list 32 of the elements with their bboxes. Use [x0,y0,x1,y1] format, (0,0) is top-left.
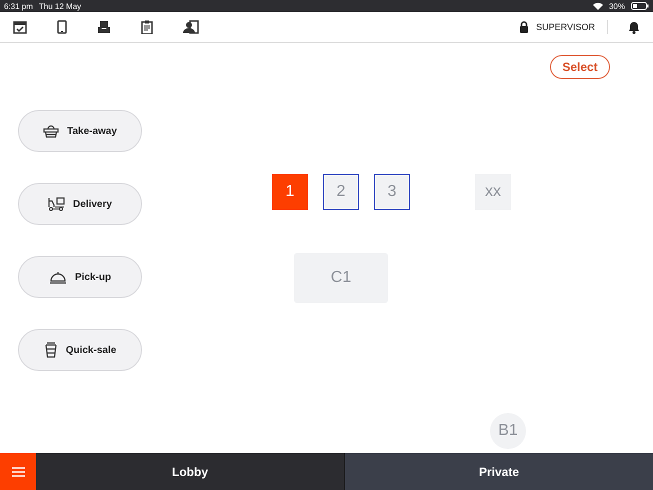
calendar-icon[interactable] [13,20,27,34]
notification-bell-icon[interactable] [628,20,640,34]
table[interactable]: 3 [374,174,410,210]
order-type-button[interactable]: Take-away [18,110,142,152]
order-type-button[interactable]: Delivery [18,183,142,225]
status-time: 6:31 pm [4,2,33,10]
lock-icon [519,21,530,33]
menu-icon [12,466,24,476]
user-role: SUPERVISOR [536,22,595,32]
menu-button[interactable] [0,453,36,490]
forklift-icon [48,197,66,211]
table[interactable]: 1 [272,174,308,210]
battery-percent: 30% [608,2,625,10]
battery-icon [631,2,649,10]
tablet-icon[interactable] [57,20,67,34]
basket-icon [43,124,60,138]
cloche-icon [48,270,67,284]
order-type-button[interactable]: Quick-sale [18,329,142,371]
status-date: Thu 12 May [38,2,82,10]
table[interactable]: 2 [323,174,359,210]
table[interactable]: xx [475,174,511,210]
wifi-icon [592,2,603,10]
table[interactable]: B1 [490,413,526,449]
floor-tab[interactable]: Lobby [36,453,345,490]
select-button[interactable]: Select [550,55,610,79]
user-card-icon[interactable] [183,20,199,34]
clipboard-icon[interactable] [141,20,153,34]
cash-drawer-icon[interactable] [97,20,111,34]
cup-icon [44,342,58,358]
order-type-button[interactable]: Pick-up [18,256,142,298]
floor-tab[interactable]: Private [345,453,653,490]
table[interactable]: C1 [294,253,388,303]
